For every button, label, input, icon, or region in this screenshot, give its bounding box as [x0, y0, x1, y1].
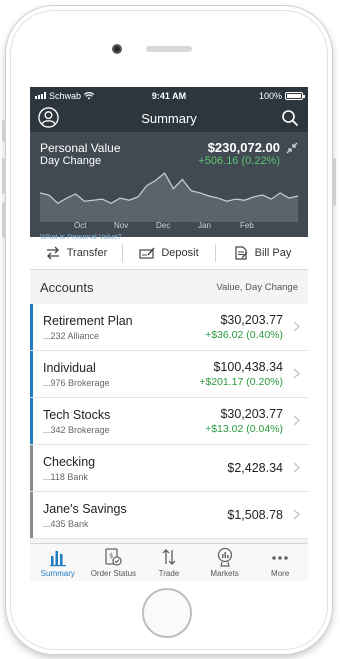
account-number: ...232 Alliance — [43, 330, 100, 341]
status-time: 9:41 AM — [151, 90, 187, 101]
account-change: +$36.02 (0.40%) — [205, 329, 283, 341]
front-camera — [112, 44, 122, 54]
tab-label: Markets — [210, 569, 239, 578]
search-icon[interactable] — [281, 109, 299, 127]
account-row[interactable]: Checking ...118 Bank $2,428.34 — [30, 445, 308, 492]
account-row[interactable]: Individual ...976 Brokerage $100,438.34 +$… — [30, 351, 308, 398]
action-bar: Transfer Deposit Bill Pay — [30, 237, 308, 270]
account-row[interactable]: Jane's Savings ...435 Bank $1,508.78 — [30, 492, 308, 539]
tab-order-status[interactable]: $ Order Status — [86, 544, 142, 581]
trade-icon — [162, 549, 176, 565]
transfer-label: Transfer — [66, 247, 108, 259]
transfer-icon — [46, 246, 59, 260]
tab-label: Summary — [40, 569, 75, 578]
personal-value-amount: $230,072.00 — [207, 140, 280, 155]
battery-icon — [285, 91, 305, 100]
tab-summary[interactable]: Summary — [30, 544, 86, 581]
more-icon — [272, 556, 288, 560]
account-change: +$201.17 (0.20%) — [199, 376, 283, 388]
account-value: $30,203.77 — [220, 313, 283, 327]
account-name: Tech Stocks — [43, 407, 111, 422]
chart-tick-label: Oct — [74, 221, 87, 230]
account-row[interactable]: Retirement Plan ...232 Alliance $30,203.7… — [30, 304, 308, 351]
account-number: ...976 Brokerage — [43, 377, 110, 388]
account-value: $30,203.77 — [220, 407, 283, 421]
account-name: Retirement Plan — [43, 313, 133, 328]
tab-label: Order Status — [90, 569, 137, 578]
chevron-right-icon — [293, 462, 300, 473]
account-value: $1,508.78 — [227, 508, 283, 522]
deposit-button[interactable]: Deposit — [123, 237, 215, 269]
accounts-title: Accounts — [40, 279, 94, 295]
volume-button — [2, 202, 5, 238]
what-is-personal-value-link[interactable]: What is Personal Value? — [40, 232, 122, 241]
tab-trade[interactable]: Trade — [141, 544, 197, 581]
personal-value-chart — [40, 172, 298, 222]
tab-label: More — [271, 569, 290, 578]
personal-value-panel[interactable]: Personal Value Day Change $230,072.00 +5… — [30, 132, 308, 241]
chart-tick-label: Jan — [198, 221, 211, 230]
chevron-right-icon — [293, 368, 300, 379]
tab-markets[interactable]: Markets — [197, 544, 253, 581]
volume-button — [2, 158, 5, 194]
svg-text:$: $ — [109, 552, 113, 560]
tab-more[interactable]: More — [252, 544, 308, 581]
page-title: Summary — [141, 110, 197, 126]
tab-label: Trade — [158, 569, 180, 578]
chart-tick-label: Nov — [114, 221, 129, 230]
power-button — [333, 158, 336, 206]
collapse-icon[interactable] — [286, 142, 298, 154]
tab-bar: Summary $ Order Status Trade Markets Mor… — [30, 543, 308, 581]
account-number: ...118 Bank — [43, 471, 88, 482]
account-change: +$13.02 (0.04%) — [205, 423, 283, 435]
app-screen: Schwab 9:41 AM 100% Summary Personal Val… — [30, 87, 308, 581]
volume-button — [2, 120, 5, 142]
chevron-right-icon — [293, 509, 300, 520]
account-name: Jane's Savings — [43, 501, 127, 516]
account-row[interactable]: Tech Stocks ...342 Brokerage $30,203.77 +$… — [30, 398, 308, 445]
personal-value-label: Personal Value — [40, 141, 121, 155]
status-bar: Schwab 9:41 AM 100% — [30, 87, 308, 104]
account-name: Checking — [43, 454, 96, 469]
deposit-label: Deposit — [161, 247, 199, 259]
accounts-subtitle: Value, Day Change — [216, 281, 298, 293]
account-number: ...435 Bank — [43, 518, 89, 529]
summary-icon — [49, 551, 66, 567]
chevron-right-icon — [293, 415, 300, 426]
order-status-icon: $ — [105, 548, 123, 566]
markets-icon — [217, 547, 232, 567]
speaker-grille — [146, 46, 192, 52]
accounts-list: Retirement Plan ...232 Alliance $30,203.7… — [30, 304, 308, 539]
account-value: $100,438.34 — [213, 360, 283, 374]
account-number: ...342 Brokerage — [43, 424, 110, 435]
chart-tick-label: Feb — [240, 221, 254, 230]
profile-icon[interactable] — [38, 107, 59, 128]
day-change-label: Day Change — [40, 155, 102, 167]
account-name: Individual — [43, 360, 96, 375]
bill-pay-icon — [235, 246, 248, 260]
accounts-header: Accounts Value, Day Change — [30, 270, 308, 304]
home-button[interactable] — [142, 588, 192, 638]
account-value: $2,428.34 — [227, 461, 283, 475]
transfer-button[interactable]: Transfer — [30, 237, 122, 269]
bill-pay-label: Bill Pay — [254, 247, 292, 259]
nav-bar: Summary — [30, 104, 308, 132]
bill-pay-button[interactable]: Bill Pay — [216, 237, 308, 269]
chart-tick-label: Dec — [156, 221, 171, 230]
day-change-amount: +506.16 (0.22%) — [198, 155, 280, 167]
chevron-right-icon — [293, 321, 300, 332]
deposit-icon — [139, 247, 155, 259]
